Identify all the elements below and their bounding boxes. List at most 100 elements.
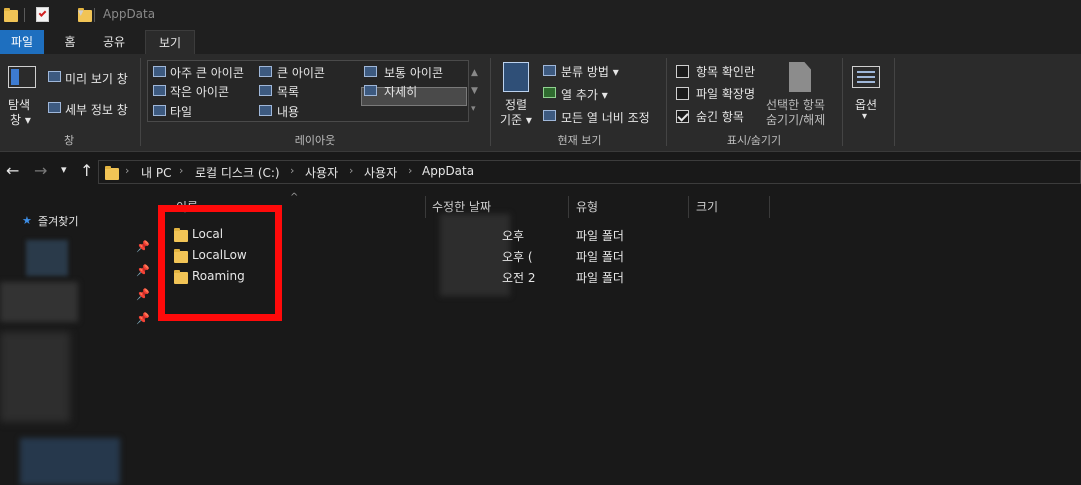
- divider: [140, 58, 141, 146]
- breadcrumb-this-pc[interactable]: 내 PC: [141, 164, 171, 181]
- folder-icon: [4, 8, 18, 22]
- file-list: ^ 이름 수정한 날짜 유형 크기 Local 오후 파일 폴더 LocalLo…: [152, 192, 1081, 485]
- window-title: AppData: [103, 7, 156, 21]
- divider[interactable]: [568, 196, 569, 218]
- chevron-right-icon[interactable]: ›: [290, 164, 294, 177]
- layout-small-icons[interactable]: 작은 아이콘: [170, 83, 229, 100]
- quick-access-dropdown-icon[interactable]: ▾: [78, 6, 84, 19]
- details-pane-button[interactable]: 세부 정보 창: [65, 101, 128, 118]
- layout-large-icons[interactable]: 큰 아이콘: [277, 64, 325, 81]
- hide-selected-items-button-label[interactable]: 숨기기/해제: [766, 111, 825, 128]
- file-type: 파일 폴더: [576, 229, 624, 243]
- hidden-items-checkbox[interactable]: [676, 110, 689, 123]
- hide-selected-items-icon: [789, 62, 811, 92]
- forward-icon[interactable]: →: [34, 161, 47, 180]
- group-label-current-view: 현재 보기: [557, 134, 602, 147]
- options-dropdown-icon[interactable]: ▾: [862, 111, 867, 122]
- address-bar[interactable]: › 내 PC › 로컬 디스크 (C:) › 사용자 › 사용자 › AppDa…: [98, 160, 1081, 184]
- recent-locations-icon[interactable]: ▾: [61, 163, 67, 176]
- layout-extra-large-icons[interactable]: 아주 큰 아이콘: [170, 64, 244, 81]
- divider[interactable]: [425, 196, 426, 218]
- file-date: 오전 2: [502, 271, 536, 285]
- tab-home[interactable]: 홈: [52, 30, 88, 54]
- file-date: 오후: [502, 229, 525, 243]
- column-header-size[interactable]: 크기: [696, 198, 718, 215]
- divider: [894, 58, 895, 146]
- hidden-items-label: 숨긴 항목: [696, 110, 744, 124]
- pin-icon[interactable]: 📌: [136, 240, 150, 253]
- file-type: 파일 폴더: [576, 271, 624, 285]
- tab-share[interactable]: 공유: [92, 30, 136, 54]
- add-columns-icon: [543, 87, 556, 98]
- file-type: 파일 폴더: [576, 250, 624, 264]
- large-icons-icon: [259, 66, 272, 77]
- breadcrumb-appdata[interactable]: AppData: [422, 164, 474, 178]
- column-header-type[interactable]: 유형: [576, 198, 598, 215]
- properties-icon[interactable]: [36, 7, 49, 22]
- size-all-columns-icon: [543, 110, 556, 121]
- pin-icon[interactable]: 📌: [136, 312, 150, 325]
- options-icon: [852, 66, 880, 88]
- layout-scroll-icon[interactable]: ▲ ▼ ▾: [471, 64, 478, 118]
- blurred-region: [0, 332, 70, 422]
- details-icon: [364, 85, 377, 96]
- content-icon: [259, 105, 272, 116]
- breadcrumb-users[interactable]: 사용자: [305, 164, 338, 181]
- divider[interactable]: [769, 196, 770, 218]
- chevron-right-icon[interactable]: ›: [349, 164, 353, 177]
- tab-file[interactable]: 파일: [0, 30, 44, 54]
- blurred-region: [26, 240, 68, 276]
- title-bar: ▾ AppData: [0, 0, 1081, 30]
- tiles-icon: [153, 105, 166, 116]
- folder-icon: [105, 166, 119, 180]
- layout-tiles[interactable]: 타일: [170, 103, 192, 120]
- add-columns-button[interactable]: 열 추가 ▾: [561, 86, 608, 103]
- ribbon: 탐색 창 ▾ 미리 보기 창 세부 정보 창 창 아주 큰 아이콘 큰 아이콘 …: [0, 54, 1081, 152]
- small-icons-icon: [153, 85, 166, 96]
- column-header-modified[interactable]: 수정한 날짜: [432, 198, 491, 215]
- size-all-columns-button[interactable]: 모든 열 너비 조정: [561, 109, 650, 126]
- breadcrumb-user[interactable]: 사용자: [364, 164, 397, 181]
- divider: [94, 8, 95, 22]
- ribbon-tabs: 파일 홈 공유 보기: [0, 30, 1081, 54]
- navigation-pane-button-label[interactable]: 창 ▾: [10, 111, 31, 128]
- list-icon: [259, 85, 272, 96]
- chevron-right-icon[interactable]: ›: [408, 164, 412, 177]
- blurred-region: [20, 438, 120, 485]
- group-by-icon: [543, 65, 556, 76]
- extra-large-icons-icon: [153, 66, 166, 77]
- layout-medium-icons[interactable]: 보통 아이콘: [384, 64, 443, 81]
- sort-ascending-icon: ^: [290, 192, 299, 203]
- preview-pane-icon: [48, 71, 61, 82]
- breadcrumb-local-disk[interactable]: 로컬 디스크 (C:): [195, 164, 280, 181]
- item-checkboxes-checkbox[interactable]: [676, 65, 689, 78]
- preview-pane-button[interactable]: 미리 보기 창: [65, 70, 128, 87]
- divider: [490, 58, 491, 146]
- layout-list[interactable]: 목록: [277, 83, 299, 100]
- file-date: 오후 (: [502, 250, 533, 264]
- address-bar-row: ← → ▾ ↑ › 내 PC › 로컬 디스크 (C:) › 사용자 › 사용자…: [0, 152, 1081, 192]
- sort-by-button-label[interactable]: 기준 ▾: [500, 111, 532, 128]
- group-by-button[interactable]: 분류 방법 ▾: [561, 63, 619, 80]
- medium-icons-icon: [364, 66, 377, 77]
- file-extensions-checkbox[interactable]: [676, 87, 689, 100]
- group-label-pane: 창: [63, 134, 75, 147]
- pin-icon[interactable]: 📌: [136, 264, 150, 277]
- divider: [24, 8, 25, 22]
- navigation-pane: ★ 즐겨찾기 📌 📌 📌 📌: [0, 192, 152, 485]
- quick-access-item[interactable]: 즐겨찾기: [38, 213, 78, 229]
- chevron-right-icon[interactable]: ›: [179, 164, 183, 177]
- chevron-right-icon[interactable]: ›: [125, 164, 129, 177]
- up-icon[interactable]: ↑: [80, 161, 93, 180]
- sort-by-icon: [503, 62, 529, 92]
- highlight-box: [158, 205, 282, 321]
- divider[interactable]: [688, 196, 689, 218]
- tab-view[interactable]: 보기: [145, 30, 195, 54]
- layout-content[interactable]: 내용: [277, 103, 299, 120]
- divider: [666, 58, 667, 146]
- pin-icon[interactable]: 📌: [136, 288, 150, 301]
- layout-details[interactable]: 자세히: [384, 83, 417, 100]
- star-icon: ★: [22, 214, 32, 227]
- divider: [842, 58, 843, 146]
- back-icon[interactable]: ←: [6, 161, 19, 180]
